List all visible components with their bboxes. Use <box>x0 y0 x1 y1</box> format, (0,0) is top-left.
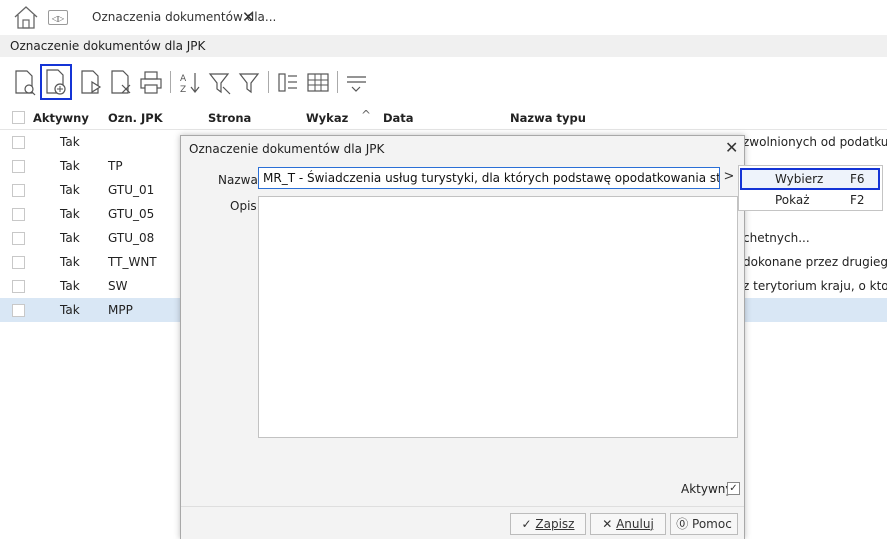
sort-az-icon[interactable]: AZ <box>177 67 203 97</box>
dialog-title: Oznaczenie dokumentów dla JPK <box>189 142 385 156</box>
close-tab-icon[interactable]: ✕ <box>242 8 255 26</box>
aktywny-label: Aktywny <box>681 482 733 496</box>
tab-bar: ◁▷ Oznaczenia dokumentów dla... ✕ <box>0 0 887 35</box>
cell-aktywny: Tak <box>60 255 80 269</box>
select-all-checkbox[interactable] <box>12 111 25 124</box>
sort-indicator-icon: ^ <box>361 108 372 122</box>
help-button-label: Pomoc <box>692 517 732 531</box>
add-document-icon[interactable] <box>40 64 72 100</box>
column-header-ozn-jpk[interactable]: Ozn. JPK <box>108 111 163 125</box>
help-icon: ⓪ <box>676 517 689 531</box>
home-icon[interactable] <box>12 4 40 30</box>
row-checkbox[interactable] <box>12 136 25 149</box>
save-button-label: Zapisz <box>535 517 575 531</box>
menu-item-shortcut: F6 <box>850 172 865 186</box>
opis-field[interactable] <box>258 196 738 438</box>
cell-aktywny: Tak <box>60 303 80 317</box>
edit-document-icon[interactable] <box>78 67 104 97</box>
help-button[interactable]: ⓪ Pomoc <box>670 513 738 535</box>
menu-item-label: Wybierz <box>775 172 824 186</box>
cell-aktywny: Tak <box>60 159 80 173</box>
menu-item-label: Pokaż <box>775 193 810 207</box>
row-checkbox[interactable] <box>12 184 25 197</box>
filter-clear-icon[interactable] <box>207 67 233 97</box>
check-icon: ✓ <box>521 517 532 531</box>
more-menu-icon[interactable] <box>344 67 370 97</box>
cell-ozn-jpk: MPP <box>108 303 133 317</box>
column-header-aktywny[interactable]: Aktywny <box>33 111 89 125</box>
preview-icon[interactable] <box>12 67 38 97</box>
menu-item-pokaz[interactable]: Pokaż F2 <box>740 190 880 210</box>
tab-navigation-icon[interactable]: ◁▷ <box>48 10 68 25</box>
nazwa-label: Nazwa <box>218 173 258 187</box>
column-header-nazwa-typu[interactable]: Nazwa typu <box>510 111 586 125</box>
columns-icon[interactable] <box>305 67 331 97</box>
close-icon: ✕ <box>602 517 613 531</box>
cancel-button[interactable]: ✕ Anuluj <box>590 513 666 535</box>
opis-label: Opis <box>230 199 257 213</box>
close-icon[interactable]: ✕ <box>725 138 738 157</box>
row-checkbox[interactable] <box>12 208 25 221</box>
cell-ozn-jpk: GTU_05 <box>108 207 155 221</box>
row-checkbox[interactable] <box>12 256 25 269</box>
cell-ozn-jpk: TT_WNT <box>108 255 157 269</box>
cell-aktywny: Tak <box>60 279 80 293</box>
svg-text:A: A <box>180 74 187 84</box>
dropdown-menu: Wybierz F6 Pokaż F2 <box>738 165 883 211</box>
tab-document[interactable]: Oznaczenia dokumentów dla... ✕ <box>84 0 276 35</box>
print-icon[interactable] <box>138 67 164 97</box>
cell-ozn-jpk: GTU_08 <box>108 231 155 245</box>
edit-dialog: Oznaczenie dokumentów dla JPK ✕ Nazwa MR… <box>180 135 745 539</box>
page-title: Oznaczenie dokumentów dla JPK <box>10 39 206 53</box>
cell-nazwa-typu: dokonane przez drugiego <box>743 255 887 269</box>
cancel-button-label: Anuluj <box>616 517 654 531</box>
cell-nazwa-typu: chetnych... <box>743 231 810 245</box>
column-header-strona[interactable]: Strona <box>208 111 251 125</box>
list-header: Oznaczenie dokumentów dla JPK <box>0 35 887 57</box>
cell-aktywny: Tak <box>60 207 80 221</box>
aktywny-checkbox[interactable]: ✓ <box>727 482 740 495</box>
toolbar: AZ <box>0 57 887 105</box>
cell-aktywny: Tak <box>60 231 80 245</box>
menu-item-wybierz[interactable]: Wybierz F6 <box>740 168 880 190</box>
cell-aktywny: Tak <box>60 183 80 197</box>
nazwa-field[interactable]: MR_T - Świadczenia usług turystyki, dla … <box>258 167 720 189</box>
row-checkbox[interactable] <box>12 304 25 317</box>
row-checkbox[interactable] <box>12 232 25 245</box>
grid-header: Aktywny Ozn. JPK Strona Wykaz ^ Data Naz… <box>0 107 887 130</box>
save-button[interactable]: ✓ Zapisz <box>510 513 586 535</box>
cell-ozn-jpk: TP <box>108 159 123 173</box>
menu-item-shortcut: F2 <box>850 193 865 207</box>
cell-nazwa-typu: z terytorium kraju, o kto <box>743 279 887 293</box>
cell-nazwa-typu: zwolnionych od podatku <box>743 135 887 149</box>
chevron-right-icon[interactable]: > <box>720 167 738 189</box>
cell-aktywny: Tak <box>60 135 80 149</box>
delete-document-icon[interactable] <box>108 67 134 97</box>
column-header-data[interactable]: Data <box>383 111 414 125</box>
cell-ozn-jpk: SW <box>108 279 128 293</box>
filter-icon[interactable] <box>237 67 263 97</box>
cell-ozn-jpk: GTU_01 <box>108 183 155 197</box>
group-icon[interactable] <box>275 67 301 97</box>
dialog-footer: ✓ Zapisz ✕ Anuluj ⓪ Pomoc <box>181 506 744 539</box>
row-checkbox[interactable] <box>12 160 25 173</box>
svg-text:Z: Z <box>180 85 186 95</box>
column-header-wykaz[interactable]: Wykaz <box>306 111 348 125</box>
row-checkbox[interactable] <box>12 280 25 293</box>
